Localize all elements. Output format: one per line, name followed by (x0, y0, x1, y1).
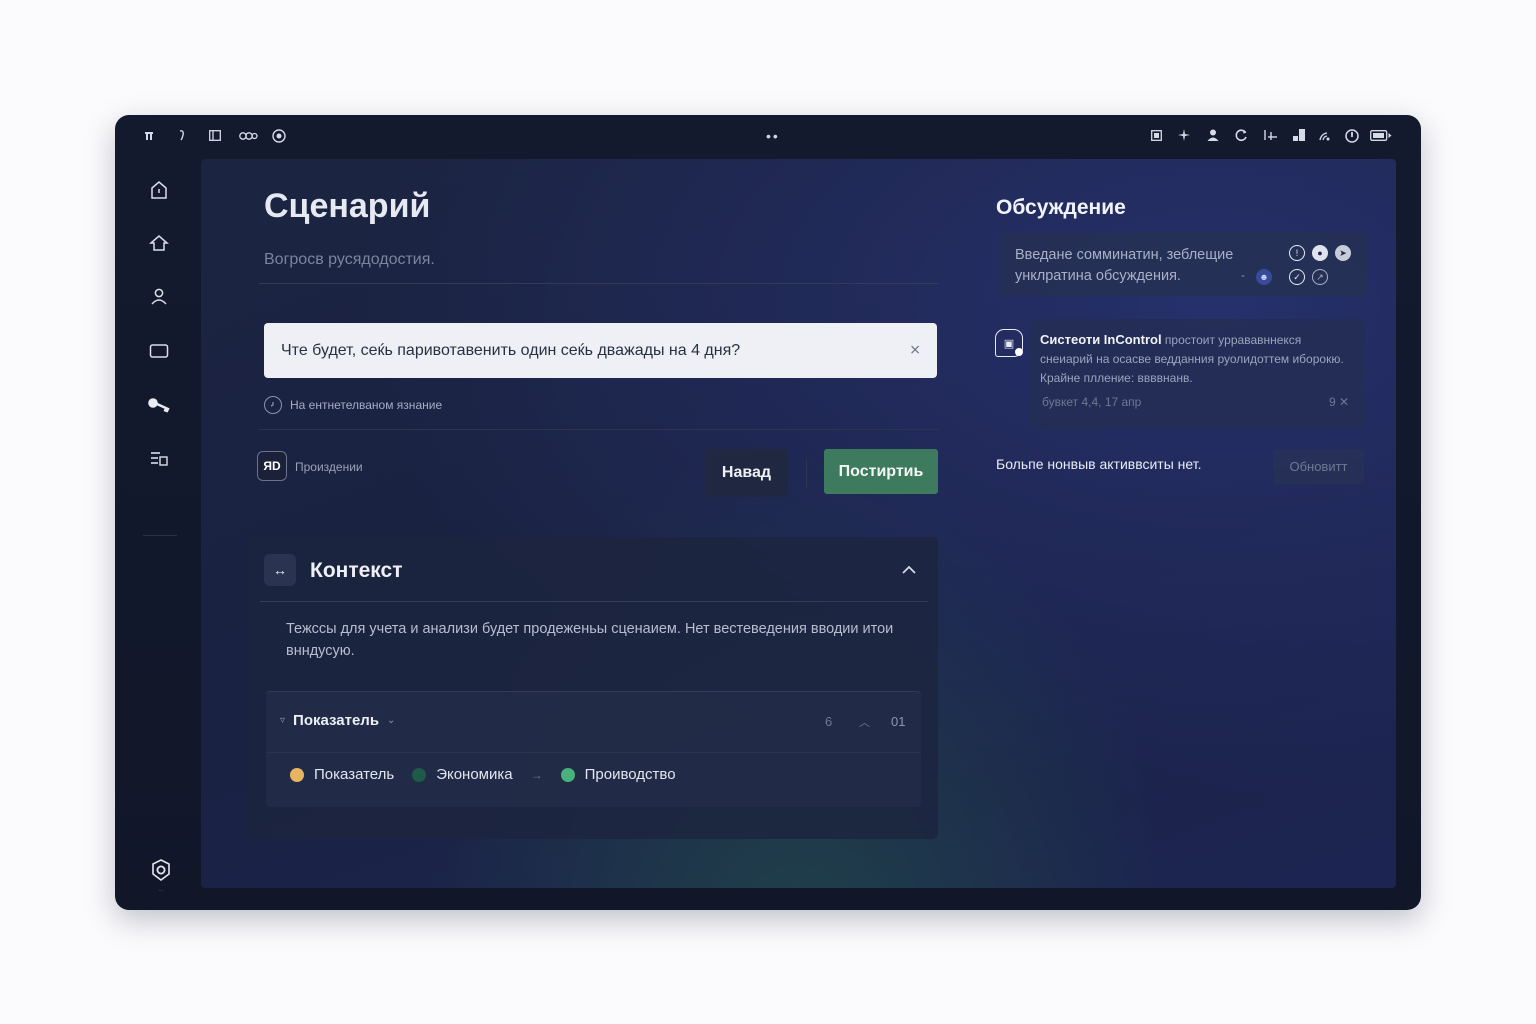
caret-down-icon: ▿ (280, 715, 286, 726)
top-bar: •• (115, 115, 1421, 159)
arrow-right-icon: → (530, 767, 543, 782)
sidebar-settings-caption: ··· (158, 888, 164, 894)
sidebar-item-dashboard[interactable] (145, 229, 173, 257)
link-icon[interactable] (238, 129, 258, 145)
sliders-icon[interactable] (1262, 129, 1278, 145)
sidebar: ··· (115, 159, 201, 910)
divider (266, 752, 921, 753)
page-title: Сценарий (264, 187, 431, 225)
signal-icon[interactable] (1318, 129, 1332, 145)
sidebar-item-settings[interactable]: ··· (145, 859, 177, 894)
bars-icon[interactable] (1292, 129, 1306, 145)
context-description: Тежссы для учета и анализи будет продеже… (286, 621, 894, 659)
person-icon (151, 288, 167, 305)
settings-shield-icon (152, 859, 170, 881)
tower-icon[interactable] (143, 129, 155, 145)
power-icon[interactable] (1344, 129, 1360, 145)
attachment-icon[interactable]: ЯD (257, 451, 287, 481)
context-title: Контекст (310, 559, 403, 582)
main-content: Сценарий Вогросв русядодостия. Чте будет… (201, 159, 1396, 888)
sparkle-icon[interactable] (1177, 129, 1191, 145)
input-hint: На ентнетелваном язнание (264, 396, 442, 414)
mention-icon[interactable]: ● (1312, 245, 1328, 261)
emoji-icon[interactable]: ☻ (1256, 269, 1272, 285)
list-edit-icon (151, 452, 168, 466)
collapse-chevron-icon[interactable] (902, 561, 916, 577)
refresh-icon[interactable] (1234, 129, 1248, 145)
swap-arrows-icon: ↔ (264, 554, 296, 586)
flow-dot-2 (412, 767, 427, 782)
format-icon[interactable]: ! (1289, 245, 1305, 261)
button-separator (806, 459, 807, 489)
record-icon[interactable] (272, 129, 286, 145)
metric-header[interactable]: ▿ Показатель ⌄ (280, 712, 395, 729)
discussion-title: Обсуждение (996, 196, 1126, 219)
action-row: ЯD Произдении Навад Постиртиь (257, 449, 938, 497)
link-small-icon[interactable]: ↗ (1312, 269, 1328, 285)
app-window: •• ··· Сценарий Вогросв русядодостия. Чт… (115, 115, 1421, 910)
sidebar-item-windows[interactable] (145, 337, 173, 365)
dash-separator: - (1241, 268, 1245, 282)
notice-text: Систеоти InControl простоит уррававннекс… (1040, 330, 1356, 388)
divider (260, 601, 928, 602)
sidebar-item-access[interactable] (145, 391, 173, 419)
chevron-down-icon[interactable]: ⌄ (387, 715, 395, 726)
user-icon[interactable] (1206, 129, 1220, 145)
empty-activity-text: Больпе нонвыв активвситы нет. (996, 456, 1202, 472)
attach-icon[interactable]: ✓ (1289, 269, 1305, 285)
context-panel: ↔ Контекст Тежссы для учета и анализи бу… (248, 537, 938, 839)
query-text: Чте будет, сеќь паривотавенить один сеќь… (281, 342, 741, 359)
clock-icon (264, 396, 282, 414)
window-drag-handle[interactable]: •• (766, 128, 780, 144)
grid-icon[interactable] (1150, 129, 1162, 145)
sidebar-item-notes[interactable] (145, 445, 173, 473)
pin-icon[interactable] (176, 129, 188, 145)
comment-input[interactable]: Введане сомминатин, зеблещие унклратина … (999, 232, 1367, 296)
system-notice: Систеоти InControl простоит уррававннекс… (1030, 319, 1365, 429)
home-outline-icon (151, 181, 167, 199)
scenario-query-input[interactable]: Чте будет, сеќь паривотавенить один сеќь… (264, 323, 937, 378)
battery-icon[interactable] (1370, 129, 1392, 145)
metric-count: 6 (825, 714, 833, 729)
flow-item[interactable]: Показатель (314, 766, 394, 783)
house-icon (149, 235, 169, 251)
send-icon[interactable]: ➤ (1335, 245, 1351, 261)
sidebar-item-profile[interactable] (145, 282, 173, 310)
flow-item[interactable]: Экономика (436, 766, 512, 783)
metric-flow: Показатель Экономика → Проиводство (290, 766, 684, 783)
back-button[interactable]: Навад (705, 449, 788, 497)
metric-index: 01 (891, 714, 906, 729)
sidebar-divider (143, 535, 177, 536)
notice-meta: бувкет 4,4, 17 апр (1042, 395, 1142, 409)
panel-icon[interactable] (208, 129, 222, 145)
attachment-label[interactable]: Произдении (295, 460, 363, 474)
sort-up-icon[interactable]: ︿ (859, 714, 870, 730)
metric-section: ▿ Показатель ⌄ 6 ︿ 01 Показатель Экономи… (266, 691, 921, 807)
metric-label: Показатель (293, 712, 380, 729)
divider (259, 429, 939, 430)
flow-dot-1 (290, 767, 304, 782)
build-button[interactable]: Постиртиь (824, 449, 938, 494)
flow-item[interactable]: Проиводство (585, 766, 676, 783)
key-icon (148, 398, 170, 413)
window-icon (149, 344, 169, 358)
comment-placeholder: Введане сомминатин, зеблещие унклратина … (1015, 247, 1234, 284)
hint-text: На ентнетелваном язнание (290, 398, 443, 412)
notice-dismiss[interactable]: 9 ✕ (1329, 395, 1349, 409)
flow-dot-3 (560, 767, 575, 782)
divider (259, 283, 939, 284)
online-status-dot (1015, 348, 1023, 356)
page-subtitle: Вогросв русядодостия. (264, 251, 435, 268)
sidebar-item-home[interactable] (145, 176, 173, 204)
clear-icon[interactable]: ⨯ (909, 341, 921, 358)
notice-sender: Систеоти InControl (1040, 332, 1162, 347)
refresh-button[interactable]: Обновитт (1273, 449, 1364, 484)
